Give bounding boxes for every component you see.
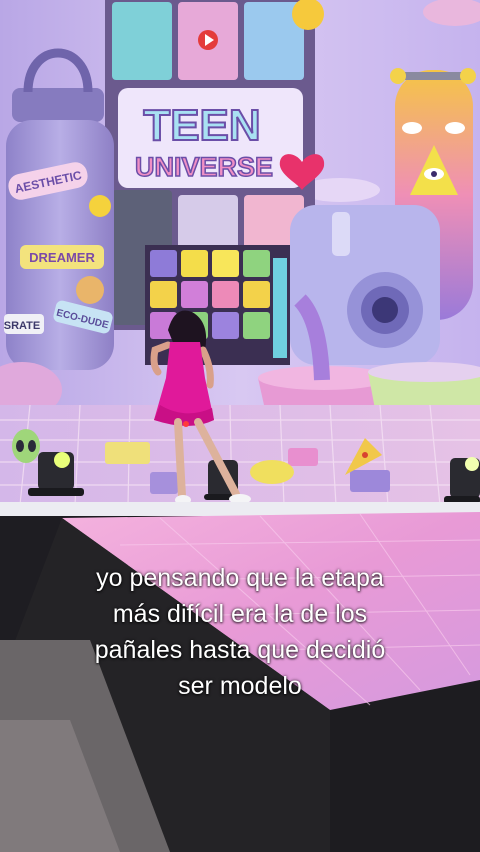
floor-block: [105, 442, 150, 464]
pizza-pepperoni: [362, 452, 368, 458]
eye-pupil: [431, 171, 437, 177]
caption-line: ser modelo: [178, 672, 302, 700]
floor-block: [150, 472, 178, 494]
floor-block: [288, 448, 318, 466]
camera-flash: [332, 212, 350, 256]
dog-sticker-icon: [76, 276, 104, 304]
eye-icon: [402, 122, 422, 134]
camera-lens: [372, 297, 398, 323]
bottle-cap: [12, 88, 104, 122]
alien-eye-icon: [28, 440, 36, 452]
caption-line: pañales hasta que decidió: [94, 636, 386, 664]
video-frame: TEEN UNIVERSE AESTHETIC DREAMER ECO-DUDE…: [0, 0, 480, 852]
video-caption: yo pensando que la etapa más difícil era…: [30, 560, 450, 704]
cheese-icon: [250, 460, 294, 484]
video-tile: [112, 2, 172, 80]
alien-eye-icon: [16, 440, 24, 452]
stage-scene: TEEN UNIVERSE AESTHETIC DREAMER ECO-DUDE…: [0, 0, 480, 852]
bottle-sticker-label: SRATE: [4, 320, 40, 332]
skateboard-wheel: [460, 68, 476, 84]
eye-icon: [445, 122, 465, 134]
sign-title-line1: TEEN: [143, 101, 260, 150]
floor-block: [350, 470, 390, 492]
skateboard-wheel: [390, 68, 406, 84]
emoji-sticker-icon: [89, 195, 111, 217]
sign-title-line2: UNIVERSE: [135, 152, 273, 182]
caption-line: más difícil era la de los: [112, 600, 368, 628]
caption-line: yo pensando que la etapa: [96, 564, 384, 592]
bottle-sticker-label: DREAMER: [29, 250, 95, 265]
